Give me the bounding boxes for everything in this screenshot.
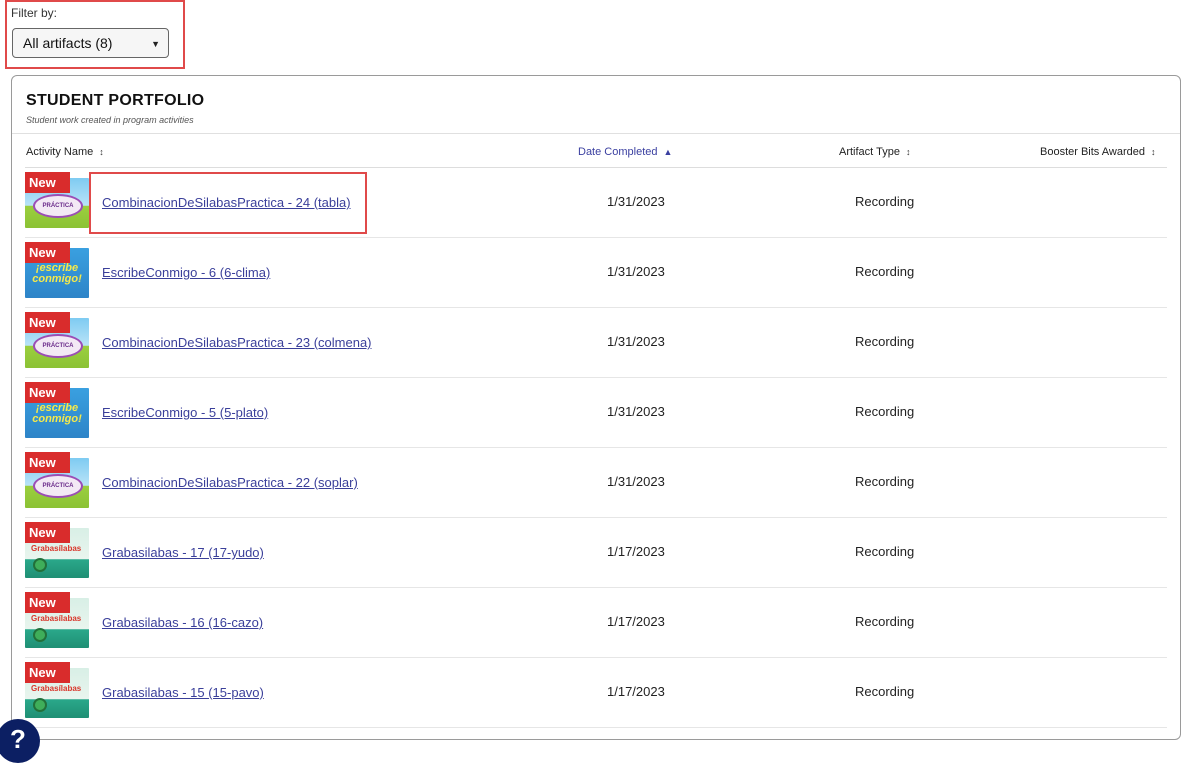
activity-link[interactable]: Grabasilabas - 16 (16-cazo)	[102, 615, 263, 630]
thumbnail-logo: PRÁCTICA	[33, 194, 83, 218]
microphone-icon	[33, 558, 47, 572]
table-row: PRÁCTICA New CombinacionDeSilabasPractica …	[25, 308, 1167, 378]
date-completed: 1/31/2023	[607, 404, 665, 419]
table-row: ¡escribe conmigo! New EscribeConmigo - 6 (…	[25, 238, 1167, 308]
date-completed: 1/17/2023	[607, 614, 665, 629]
thumbnail-logo: ¡escribe conmigo!	[32, 262, 82, 285]
thumbnail-logo: ¡escribe conmigo!	[32, 402, 82, 425]
filter-label: Filter by:	[11, 6, 58, 20]
artifact-type: Recording	[855, 614, 915, 629]
thumbnail-logo: Grabasílabas	[31, 614, 82, 623]
portfolio-subtitle: Student work created in program activiti…	[26, 115, 194, 125]
activity-link[interactable]: CombinacionDeSilabasPractica - 23 (colme…	[102, 335, 372, 350]
date-completed: 1/31/2023	[607, 264, 665, 279]
sort-ascending-icon: ▲	[663, 147, 673, 157]
new-badge: New	[25, 382, 70, 403]
date-completed: 1/31/2023	[607, 194, 665, 209]
artifact-type: Recording	[855, 474, 915, 489]
date-completed: 1/31/2023	[607, 474, 665, 489]
new-badge: New	[25, 592, 70, 613]
new-badge: New	[25, 312, 70, 333]
artifact-filter-value: All artifacts (8)	[23, 35, 113, 51]
activity-link[interactable]: EscribeConmigo - 5 (5-plato)	[102, 405, 268, 420]
thumbnail-logo: Grabasílabas	[31, 684, 82, 693]
table-row: Grabasílabas New Grabasilabas - 17 (17-yud…	[25, 518, 1167, 588]
new-badge: New	[25, 522, 70, 543]
activity-link[interactable]: Grabasilabas - 15 (15-pavo)	[102, 685, 264, 700]
artifact-type: Recording	[855, 334, 915, 349]
sort-icon: ↕	[1150, 147, 1156, 157]
column-header-activity-name[interactable]: Activity Name ↕	[26, 146, 104, 158]
activity-link[interactable]: Grabasilabas - 17 (17-yudo)	[102, 545, 264, 560]
sort-icon: ↕	[905, 147, 911, 157]
table-row: Grabasílabas New Grabasilabas - 16 (16-caz…	[25, 588, 1167, 658]
microphone-icon	[33, 698, 47, 712]
sort-icon: ↕	[99, 147, 104, 157]
column-header-label: Date Completed	[578, 146, 658, 158]
column-header-booster-bits[interactable]: Booster Bits Awarded ↕	[1040, 146, 1155, 158]
header-divider	[12, 133, 1180, 134]
date-completed: 1/17/2023	[607, 684, 665, 699]
thumbnail-logo: PRÁCTICA	[33, 474, 83, 498]
artifact-type: Recording	[855, 544, 915, 559]
date-completed: 1/17/2023	[607, 544, 665, 559]
artifact-type: Recording	[855, 404, 915, 419]
help-button[interactable]: ?	[0, 719, 40, 763]
new-badge: New	[25, 172, 70, 193]
new-badge: New	[25, 242, 70, 263]
artifact-filter-select[interactable]: All artifacts (8) ▼	[12, 28, 169, 58]
artifact-type: Recording	[855, 264, 915, 279]
microphone-icon	[33, 628, 47, 642]
table-row: Grabasílabas New Grabasilabas - 15 (15-pav…	[25, 658, 1167, 728]
activity-link[interactable]: EscribeConmigo - 6 (6-clima)	[102, 265, 270, 280]
link-highlight-box	[89, 172, 367, 234]
thumbnail-logo: Grabasílabas	[31, 544, 82, 553]
artifact-type: Recording	[855, 194, 915, 209]
new-badge: New	[25, 662, 70, 683]
date-completed: 1/31/2023	[607, 334, 665, 349]
column-header-date-completed[interactable]: Date Completed ▲	[578, 146, 672, 158]
activity-link[interactable]: CombinacionDeSilabasPractica - 22 (sopla…	[102, 475, 358, 490]
column-header-label: Activity Name	[26, 146, 94, 158]
thumbnail-logo: PRÁCTICA	[33, 334, 83, 358]
column-header-label: Artifact Type	[839, 146, 900, 158]
column-header-artifact-type[interactable]: Artifact Type ↕	[839, 146, 910, 158]
column-header-label: Booster Bits Awarded	[1040, 146, 1145, 158]
portfolio-table-body: PRÁCTICA New CombinacionDeSilabasPractica …	[25, 168, 1167, 728]
new-badge: New	[25, 452, 70, 473]
table-row: PRÁCTICA New CombinacionDeSilabasPractica …	[25, 448, 1167, 518]
table-row: ¡escribe conmigo! New EscribeConmigo - 5 (…	[25, 378, 1167, 448]
portfolio-title: STUDENT PORTFOLIO	[26, 92, 205, 109]
caret-down-icon: ▼	[151, 39, 160, 49]
artifact-type: Recording	[855, 684, 915, 699]
